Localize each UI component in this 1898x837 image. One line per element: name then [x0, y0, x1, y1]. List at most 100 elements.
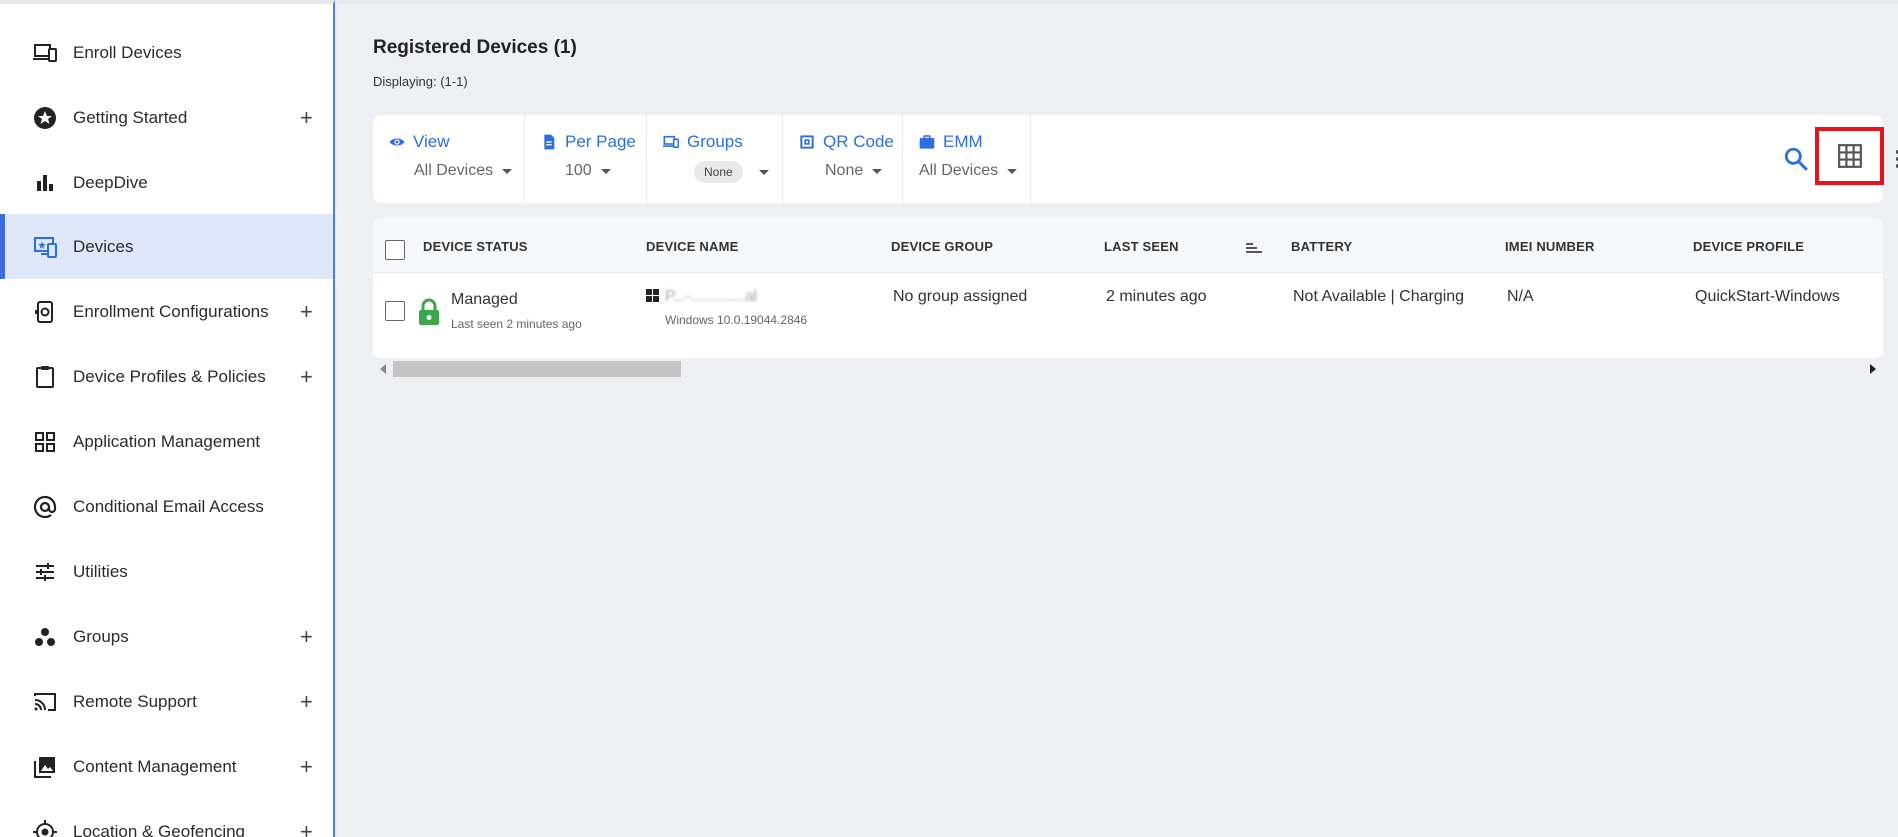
sidebar-item-label: Getting Started — [73, 107, 188, 127]
last-seen-value: 2 minutes ago — [1106, 288, 1207, 305]
search-button[interactable] — [1783, 146, 1809, 172]
per-page-dropdown[interactable]: 100 — [565, 162, 611, 180]
groups-value-chip: None — [694, 161, 743, 183]
per-page-filter-label: Per Page — [565, 132, 636, 151]
location-target-icon — [32, 819, 58, 837]
expand-icon[interactable]: + — [300, 106, 313, 129]
column-header-last-seen[interactable]: LAST SEEN — [1104, 239, 1179, 254]
sidebar-item-label: Enrollment Configurations — [73, 301, 269, 321]
main-content: Registered Devices (1) Displaying: (1-1)… — [337, 0, 1898, 837]
expand-icon[interactable]: + — [300, 755, 313, 778]
sidebar-item-label: Content Management — [73, 756, 237, 776]
device-profile-value: QuickStart-Windows — [1695, 288, 1840, 305]
qr-code-value: None — [825, 162, 864, 179]
star-badge-icon — [32, 105, 58, 131]
groups-dropdown[interactable]: None — [694, 161, 769, 183]
view-filter-header[interactable]: View — [389, 132, 450, 152]
sidebar-item-deepdive[interactable]: DeepDive — [0, 150, 333, 215]
scroll-right-icon[interactable] — [1870, 364, 1876, 374]
sidebar-item-application-management[interactable]: Application Management — [0, 409, 333, 474]
document-icon — [544, 134, 555, 150]
apps-grid-icon — [32, 429, 58, 455]
sidebar-item-enroll-devices[interactable]: Enroll Devices — [0, 20, 333, 85]
qr-code-filter[interactable]: QR Code None — [783, 115, 903, 203]
search-icon — [1784, 147, 1808, 171]
filter-toolbar: View All Devices Per Page 100 Groups Non… — [373, 115, 1898, 203]
grid-icon — [1837, 144, 1862, 168]
groups-filter-header[interactable]: Groups — [663, 132, 743, 152]
emm-dropdown[interactable]: All Devices — [919, 162, 1018, 180]
sidebar-item-remote-support[interactable]: Remote Support + — [0, 669, 333, 734]
sidebar-item-utilities[interactable]: Utilities — [0, 539, 333, 604]
per-page-filter[interactable]: Per Page 100 — [525, 115, 647, 203]
view-filter[interactable]: View All Devices — [373, 115, 525, 203]
column-header-device-status[interactable]: DEVICE STATUS — [423, 239, 528, 254]
devices-icon — [32, 40, 58, 66]
table-row[interactable]: Managed Last seen 2 minutes ago P...-...… — [373, 274, 1883, 356]
device-status-last-seen: Last seen 2 minutes ago — [451, 317, 582, 331]
column-header-device-name[interactable]: DEVICE NAME — [646, 239, 739, 254]
sidebar-item-getting-started[interactable]: Getting Started + — [0, 85, 333, 150]
column-header-battery[interactable]: BATTERY — [1291, 239, 1352, 254]
clipboard-icon — [32, 364, 58, 390]
column-header-imei-number[interactable]: IMEI NUMBER — [1505, 239, 1595, 254]
device-monitor-icon — [32, 234, 58, 260]
qr-code-dropdown[interactable]: None — [825, 162, 883, 180]
table-header: DEVICE STATUS DEVICE NAME DEVICE GROUP L… — [373, 218, 1883, 273]
scrollbar-thumb[interactable] — [393, 361, 681, 377]
photo-library-icon — [32, 754, 58, 780]
sliders-icon — [32, 559, 58, 585]
row-select-checkbox[interactable] — [385, 301, 405, 321]
groups-filter[interactable]: Groups None — [647, 115, 783, 203]
expand-icon[interactable]: + — [300, 300, 313, 323]
sidebar-item-content-management[interactable]: Content Management + — [0, 734, 333, 799]
chevron-down-icon — [1007, 168, 1018, 174]
page-subtitle: Displaying: (1-1) — [373, 74, 468, 89]
sidebar-item-label: Groups — [73, 626, 129, 646]
column-header-device-profile[interactable]: DEVICE PROFILE — [1693, 239, 1804, 254]
battery-value: Not Available | Charging — [1293, 288, 1465, 305]
sidebar: Enroll Devices Getting Started + DeepDiv… — [0, 0, 335, 837]
devices-table: DEVICE STATUS DEVICE NAME DEVICE GROUP L… — [373, 218, 1883, 358]
view-filter-dropdown[interactable]: All Devices — [414, 162, 513, 180]
device-name-link[interactable]: P...-..............al — [665, 288, 757, 306]
eye-icon — [389, 138, 405, 146]
sidebar-item-label: DeepDive — [73, 172, 148, 192]
bar-chart-icon — [32, 170, 58, 196]
sidebar-item-groups[interactable]: Groups + — [0, 604, 333, 669]
sidebar-item-label: Application Management — [73, 431, 261, 451]
sidebar-item-enrollment-configurations[interactable]: Enrollment Configurations + — [0, 279, 333, 344]
column-header-device-group[interactable]: DEVICE GROUP — [891, 239, 993, 254]
view-filter-label: View — [413, 132, 450, 151]
column-grid-button[interactable] — [1815, 127, 1884, 185]
lock-icon — [417, 298, 441, 326]
expand-icon[interactable]: + — [300, 820, 313, 837]
sidebar-item-label: Enroll Devices — [73, 42, 182, 62]
imei-value: N/A — [1507, 288, 1534, 305]
sidebar-item-label: Location & Geofencing — [73, 821, 246, 837]
sidebar-item-label: Remote Support — [73, 691, 197, 711]
qr-code-filter-header[interactable]: QR Code — [799, 132, 894, 152]
emm-filter-header[interactable]: EMM — [919, 132, 983, 152]
per-page-value: 100 — [565, 162, 592, 179]
expand-icon[interactable]: + — [300, 365, 313, 388]
horizontal-scrollbar[interactable] — [373, 359, 1883, 379]
chevron-down-icon — [600, 168, 611, 174]
windows-icon — [646, 289, 659, 302]
expand-icon[interactable]: + — [300, 625, 313, 648]
more-options-button[interactable] — [1892, 146, 1898, 172]
sidebar-item-device-profiles-policies[interactable]: Device Profiles & Policies + — [0, 344, 333, 409]
emm-filter-label: EMM — [943, 132, 983, 151]
qr-code-filter-label: QR Code — [823, 132, 894, 151]
chevron-down-icon — [872, 168, 883, 174]
sidebar-item-devices[interactable]: Devices — [0, 214, 333, 279]
sidebar-item-conditional-email-access[interactable]: Conditional Email Access — [0, 474, 333, 539]
expand-icon[interactable]: + — [300, 690, 313, 713]
per-page-filter-header[interactable]: Per Page — [541, 132, 636, 152]
scroll-left-icon[interactable] — [380, 364, 386, 374]
phone-gear-icon — [32, 299, 58, 325]
sidebar-item-location-geofencing[interactable]: Location & Geofencing + — [0, 799, 333, 837]
select-all-checkbox[interactable] — [385, 240, 405, 260]
sort-icon[interactable] — [1246, 241, 1262, 253]
emm-filter[interactable]: EMM All Devices — [903, 115, 1031, 203]
